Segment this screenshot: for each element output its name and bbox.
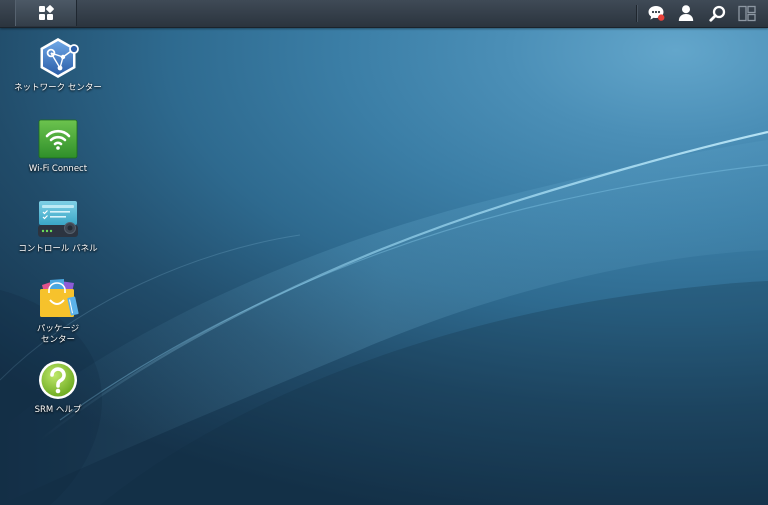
user-icon xyxy=(678,5,694,21)
desktop-icon-label: コントロール パネル xyxy=(18,244,98,254)
desktop-icon-network-center[interactable]: ネットワーク センター xyxy=(2,36,114,94)
network-center-icon xyxy=(40,38,79,78)
help-question-icon xyxy=(39,361,77,399)
tray-divider xyxy=(636,5,637,22)
desktop-icon-wifi-connect[interactable]: Wi-Fi Connect xyxy=(2,117,114,175)
widgets-button[interactable] xyxy=(736,3,758,23)
wallpaper-swoosh xyxy=(0,130,768,505)
package-bag-icon xyxy=(40,279,79,317)
taskbar xyxy=(0,0,768,28)
grid-menu-icon xyxy=(39,5,54,20)
desktop-icon-label: パッケージ センター xyxy=(36,324,80,345)
main-menu-button[interactable] xyxy=(15,0,77,26)
user-button[interactable] xyxy=(675,3,697,23)
desktop: ネットワーク センター Wi-Fi Connect コントロール パネル パッケ… xyxy=(0,0,768,505)
wifi-icon xyxy=(38,119,78,159)
widgets-icon xyxy=(738,5,756,21)
desktop-icon-label: Wi-Fi Connect xyxy=(28,164,88,174)
chat-bubble-icon xyxy=(648,6,665,21)
search-button[interactable] xyxy=(706,3,728,23)
notifications-button[interactable] xyxy=(645,3,667,23)
desktop-icon-srm-help[interactable]: SRM ヘルプ xyxy=(2,358,114,416)
search-icon xyxy=(708,5,725,22)
desktop-icon-label: SRM ヘルプ xyxy=(34,405,82,415)
desktop-icon-label: ネットワーク センター xyxy=(14,83,102,93)
desktop-icon-package-center[interactable]: パッケージ センター xyxy=(2,277,114,346)
desktop-icon-control-panel[interactable]: コントロール パネル xyxy=(2,197,114,255)
alert-dot xyxy=(658,14,665,21)
control-panel-icon xyxy=(38,201,78,237)
